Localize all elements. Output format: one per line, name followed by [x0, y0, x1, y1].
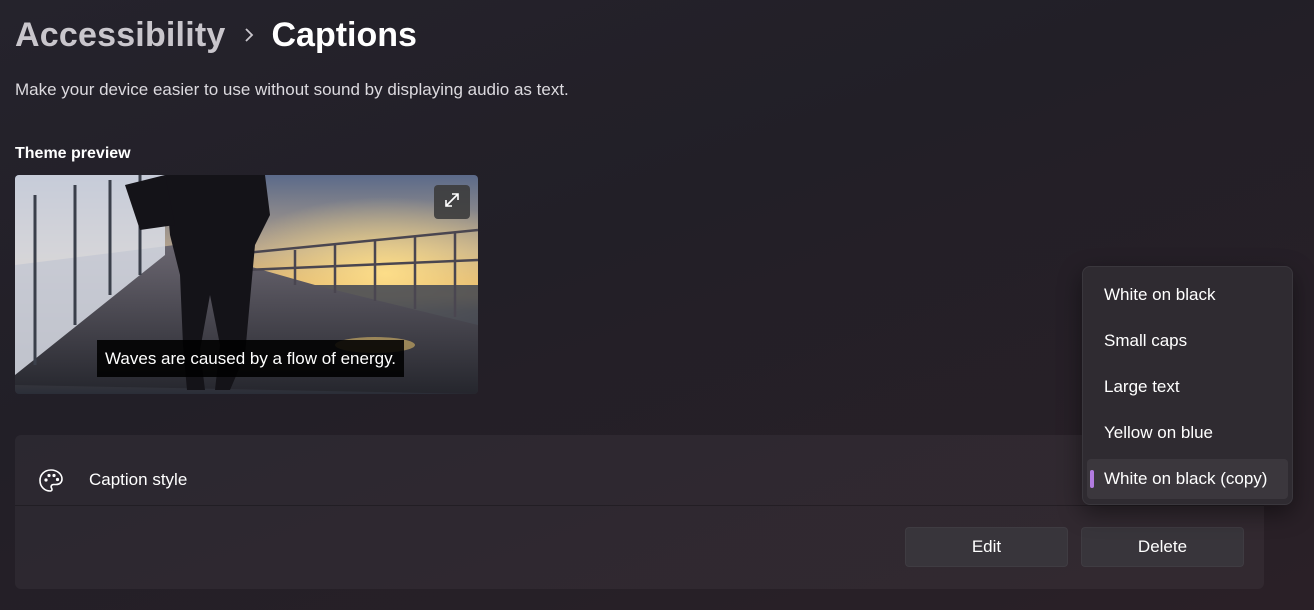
dropdown-option-label: Large text — [1104, 377, 1180, 396]
breadcrumb-accessibility[interactable]: Accessibility — [15, 16, 226, 55]
dropdown-option-white-on-black[interactable]: White on black — [1087, 275, 1288, 315]
selection-indicator — [1090, 470, 1094, 488]
dropdown-option-yellow-on-blue[interactable]: Yellow on blue — [1087, 413, 1288, 453]
palette-icon — [37, 467, 65, 495]
dropdown-option-label: Yellow on blue — [1104, 423, 1214, 442]
card-divider — [15, 505, 1264, 506]
caption-style-dropdown: White on black Small caps Large text Yel… — [1082, 266, 1293, 505]
expand-preview-button[interactable] — [434, 185, 470, 219]
page-description: Make your device easier to use without s… — [15, 80, 569, 99]
edit-button[interactable]: Edit — [905, 527, 1068, 567]
breadcrumb: Accessibility Captions — [15, 12, 417, 58]
caption-style-row[interactable]: Caption style — [15, 435, 1264, 505]
expand-icon — [443, 191, 461, 214]
page-title: Captions — [271, 15, 417, 54]
delete-button[interactable]: Delete — [1081, 527, 1244, 567]
dropdown-option-label: White on black — [1104, 285, 1216, 304]
preview-caption-text: Waves are caused by a flow of energy. — [97, 340, 405, 377]
chevron-right-icon — [226, 12, 272, 58]
theme-preview-image: Waves are caused by a flow of energy. — [15, 175, 478, 394]
dropdown-option-white-on-black-copy[interactable]: White on black (copy) — [1087, 459, 1288, 499]
caption-style-card: Caption style Edit Delete — [15, 435, 1264, 589]
dropdown-option-small-caps[interactable]: Small caps — [1087, 321, 1288, 361]
theme-preview-label: Theme preview — [15, 145, 131, 162]
dropdown-option-label: White on black (copy) — [1104, 469, 1268, 488]
caption-style-label: Caption style — [89, 470, 188, 489]
dropdown-option-large-text[interactable]: Large text — [1087, 367, 1288, 407]
dropdown-option-label: Small caps — [1104, 331, 1188, 350]
